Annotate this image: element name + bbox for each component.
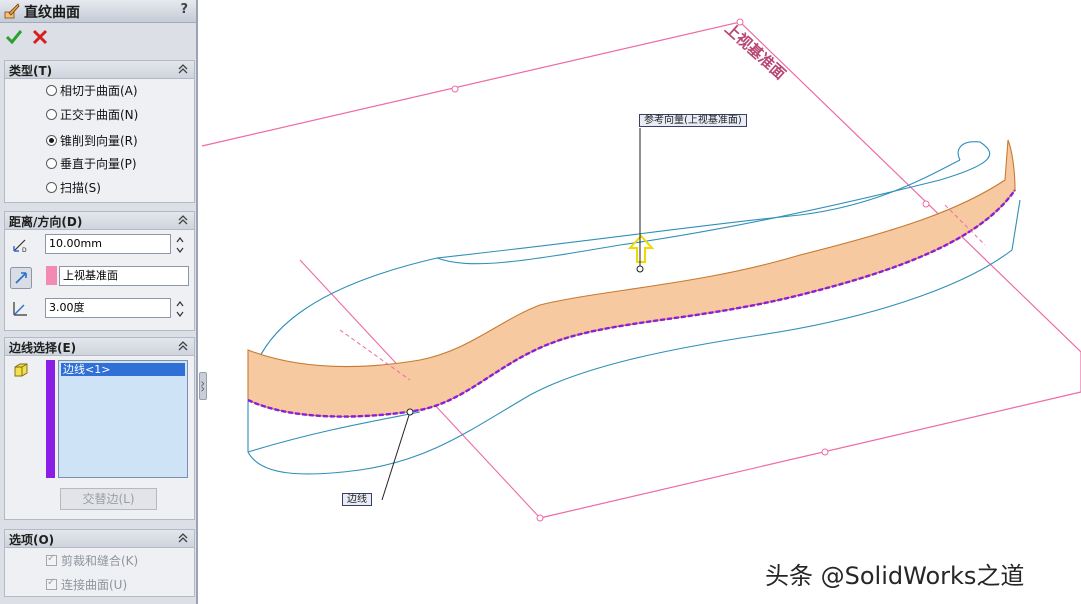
options-group-title: 选项(O) [9,533,55,547]
plane-handle[interactable] [451,85,459,93]
plane-handle[interactable] [536,514,544,522]
reference-plane-field[interactable]: 上视基准面 [59,266,189,286]
options-group-header[interactable]: 选项(O) [5,530,194,548]
distance-group-header[interactable]: 距离/方向(D) [5,212,194,230]
angle-icon [13,302,27,316]
radio-dot[interactable] [46,157,57,169]
collapse-chevron-icon[interactable] [177,532,189,544]
distance-icon: D [13,239,27,254]
panel-titlebar: 直纹曲面 ? [0,0,196,23]
edge-leader-dot [406,408,414,416]
collapse-chevron-icon[interactable] [177,214,189,226]
distance-input[interactable]: 10.00mm [45,234,171,254]
collapse-chevron-icon[interactable] [177,340,189,352]
list-item[interactable]: 边线<1> [61,363,185,376]
plane-handle[interactable] [821,448,829,456]
type-group-title: 类型(T) [9,64,53,78]
type-group-header[interactable]: 类型(T) [5,61,194,79]
radio-perpendicular-to-vector[interactable]: 垂直于向量(P) [46,155,137,171]
collapse-chevron-icon[interactable] [177,63,189,75]
radio-sweep[interactable]: 扫描(S) [46,179,101,195]
radio-normal-to-surface[interactable]: 正交于曲面(N) [46,106,138,122]
distance-direction-group: 距离/方向(D) D 10.00mm 上视基准面 3.00度 [4,211,195,331]
radio-dot[interactable] [46,181,57,193]
ruled-surface-icon [4,3,20,19]
edge-callout[interactable]: 边线 [342,493,372,506]
radio-dot-selected[interactable] [46,134,57,146]
selection-color-bar [46,360,55,478]
radio-tapered-to-vector[interactable]: 锥削到向量(R) [46,132,138,148]
radio-dot[interactable] [46,108,57,120]
connect-surface-checkbox[interactable]: 连接曲面(U) [46,576,127,592]
edge-selection-list[interactable]: 边线<1> [58,360,188,478]
reference-color-swatch [46,266,57,285]
graphics-viewport[interactable]: 上视基准面 [200,0,1081,604]
watermark-text: 头条 @SolidWorks之道 [765,562,1025,590]
check-icon[interactable] [5,28,23,46]
radio-dot[interactable] [46,84,57,96]
trim-and-knit-checkbox[interactable]: 剪裁和缝合(K) [46,552,138,568]
distance-spinner[interactable] [175,234,185,256]
property-manager: 直纹曲面 ? 类型(T) 相切于曲面(A) 正交于曲面(N) 锥削到向量(R) [0,0,198,604]
plane-label: 上视基准面 [721,20,789,84]
edge-group-header[interactable]: 边线选择(E) [5,338,194,356]
svg-text:D: D [22,247,27,254]
radio-tangent-to-surface[interactable]: 相切于曲面(A) [46,82,138,98]
reverse-direction-icon[interactable] [10,267,32,289]
angle-spinner[interactable] [175,298,185,320]
angle-input[interactable]: 3.00度 [45,298,171,318]
edge-leader [381,411,411,501]
reference-vector-arrow[interactable] [627,128,655,273]
options-group: 选项(O) 剪裁和缝合(K) 连接曲面(U) [4,529,195,597]
checkbox-box[interactable] [46,553,57,566]
close-icon[interactable] [31,28,49,46]
checkbox-box[interactable] [46,577,57,590]
edge-selection-group: 边线选择(E) 边线<1> 交替边(L) [4,337,195,520]
distance-group-title: 距离/方向(D) [9,215,83,229]
edge-cube-icon [14,363,28,377]
plane-handle[interactable] [922,200,930,208]
ruled-surface[interactable] [247,139,1016,418]
panel-title: 直纹曲面 [24,5,80,21]
help-button[interactable]: ? [180,2,188,17]
alternate-edge-button[interactable]: 交替边(L) [60,488,157,510]
reference-vector-callout[interactable]: 参考向量(上视基准面) [639,114,747,127]
edge-group-title: 边线选择(E) [9,341,77,355]
type-group: 类型(T) 相切于曲面(A) 正交于曲面(N) 锥削到向量(R) 垂直于向量(P… [4,60,195,203]
